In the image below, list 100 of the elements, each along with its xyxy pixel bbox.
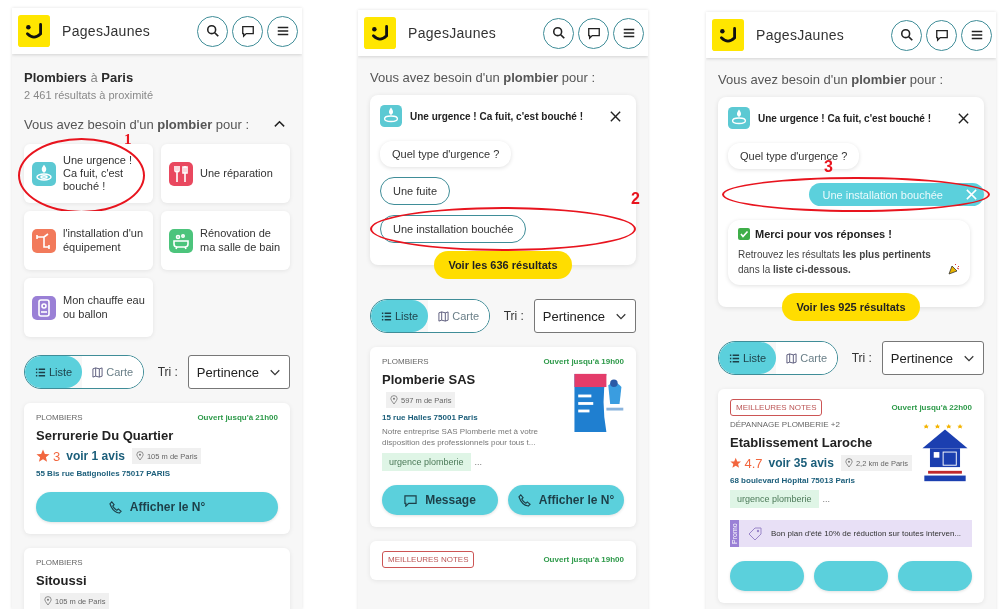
category-label: PLOMBIERS	[36, 413, 83, 422]
service-tag: urgence plomberie	[382, 453, 471, 472]
call-button[interactable]: Afficher le N°	[508, 485, 624, 516]
category-card[interactable]: Rénovation de ma salle de bain	[161, 211, 290, 270]
drop-icon	[728, 107, 750, 129]
sort-dropdown[interactable]: Pertinence	[533, 299, 636, 333]
business-name[interactable]: Etablissement Laroche	[730, 435, 912, 450]
search-icon	[551, 26, 566, 40]
category-label: DÉPANNAGE PLOMBERIE +2	[730, 420, 841, 429]
category-card[interactable]: Mon chauffe eau ou ballon	[24, 278, 153, 337]
description-text: Notre entreprise SAS Plomberie met à votre disposition des professionnels pour tous t...	[382, 426, 540, 449]
category-card[interactable]: Une réparation	[161, 144, 290, 203]
address-text: 15 rue Halles 75001 Paris	[382, 413, 479, 422]
question-text: Vous avez besoin d'un plombier pour :	[24, 117, 250, 132]
annotation-number: 2	[631, 191, 640, 207]
menu-button[interactable]	[267, 15, 298, 47]
result-card[interactable]	[370, 347, 636, 528]
rating-value: 4.7	[744, 455, 763, 471]
opening-hours: Ouvert jusqu'à 19h00	[543, 357, 624, 366]
star-icon	[730, 456, 742, 470]
search-button[interactable]	[197, 15, 228, 47]
star-icon	[36, 449, 50, 463]
search-button[interactable]	[891, 19, 922, 51]
category-card[interactable]: l'installation d'un équipement	[24, 211, 153, 270]
map-icon	[438, 310, 450, 322]
search-icon	[205, 24, 220, 38]
menu-icon	[621, 26, 636, 40]
top-rated-badge: MEILLEURES NOTES	[382, 551, 475, 569]
business-name[interactable]: Serrurerie Du Quartier	[36, 428, 278, 443]
list-view-tab[interactable]: Liste	[371, 300, 429, 332]
logo-icon[interactable]	[364, 17, 396, 49]
chat-button[interactable]	[926, 19, 957, 51]
results-count: 2 461 résultats à proximité	[24, 89, 154, 101]
annotation-number: 3	[824, 159, 833, 175]
address-text: 68 boulevard Hôpital 75013 Paris	[730, 476, 856, 485]
result-card[interactable]	[718, 389, 984, 603]
menu-button[interactable]	[961, 19, 992, 51]
list-view-tab[interactable]: Liste	[719, 342, 777, 374]
brand-name: PagesJaunes	[62, 23, 151, 39]
phone-icon	[108, 500, 122, 514]
results-button[interactable]: Voir les 636 résultats	[434, 251, 572, 279]
business-name[interactable]: Sitoussi	[36, 573, 278, 588]
map-icon	[92, 366, 104, 378]
question-title: Une urgence ! Ca fuit, c'est bouché !	[410, 110, 583, 122]
thanks-message: Retrouvez les résultats les plus pertinents dans la liste ci-dessous.	[738, 248, 932, 277]
chat-button[interactable]	[578, 17, 609, 49]
brand-name: PagesJaunes	[756, 27, 845, 43]
category-label: PLOMBIERS	[36, 558, 83, 567]
results-button[interactable]: Voir les 925 résultats	[782, 293, 920, 321]
sort-label: Tri :	[157, 365, 178, 379]
answer-option[interactable]: Une fuite	[380, 177, 451, 205]
question-text: Vous avez besoin d'un plombier pour :	[370, 70, 596, 85]
more-tags: ...	[474, 457, 483, 468]
chat-icon	[586, 26, 601, 40]
call-button[interactable]: Afficher le N°	[36, 492, 278, 522]
drop-icon	[380, 105, 402, 127]
brand-name: PagesJaunes	[408, 25, 497, 41]
sort-dropdown[interactable]: Pertinence	[187, 355, 290, 389]
search-button[interactable]	[543, 17, 574, 49]
category-card[interactable]: Une urgence ! Ca fuit, c'est bouché !	[24, 144, 153, 203]
business-name[interactable]: Plomberie SAS	[382, 372, 564, 387]
answer-option[interactable]: Une installation bouchée	[380, 215, 527, 243]
opening-hours: Ouvert jusqu'à 19h00	[543, 555, 624, 565]
map-view-tab[interactable]: Carte	[428, 300, 490, 332]
message-icon	[404, 493, 418, 507]
map-view-tab[interactable]: Carte	[82, 356, 144, 388]
menu-button[interactable]	[613, 17, 644, 49]
chat-button[interactable]	[232, 15, 263, 47]
pin-icon	[844, 458, 853, 468]
more-tags: ...	[822, 494, 831, 504]
list-icon	[35, 366, 46, 378]
map-icon	[786, 352, 798, 364]
result-card[interactable]: MEILLEURES NOTES Ouvert jusqu'à 19h00	[370, 541, 636, 581]
opening-hours: Ouvert jusqu'à 22h00	[891, 403, 972, 412]
reviews-link[interactable]: voir 35 avis	[768, 456, 834, 470]
map-view-tab[interactable]: Carte	[776, 342, 838, 374]
search-icon	[899, 28, 914, 42]
chat-bubble: Quel type d'urgence ?	[380, 141, 512, 167]
menu-icon	[969, 28, 984, 42]
pin-icon	[390, 395, 398, 405]
promo-text: Bon plan d'été 10% de réduction sur toutes interven...	[771, 529, 962, 538]
check-icon	[738, 228, 750, 240]
logo-icon[interactable]	[712, 19, 744, 51]
menu-icon	[275, 24, 290, 38]
phone-icon	[517, 493, 531, 507]
close-icon[interactable]	[609, 109, 622, 123]
sort-dropdown[interactable]: Pertinence	[881, 341, 984, 375]
list-icon	[729, 352, 740, 364]
thanks-title: Merci pour vos réponses !	[755, 228, 892, 240]
page-heading: Plombiers à Paris	[24, 70, 135, 85]
question-text: Vous avez besoin d'un plombier pour :	[718, 72, 944, 87]
sort-label: Tri :	[503, 309, 524, 323]
pin-icon	[44, 596, 52, 606]
close-icon[interactable]	[957, 111, 970, 125]
logo-icon[interactable]	[18, 15, 50, 47]
tag-icon	[747, 525, 763, 542]
message-button[interactable]: Message	[382, 485, 498, 516]
list-view-tab[interactable]: Liste	[25, 356, 83, 388]
rating-value: 3	[53, 448, 61, 464]
reviews-link[interactable]: voir 1 avis	[66, 449, 125, 463]
